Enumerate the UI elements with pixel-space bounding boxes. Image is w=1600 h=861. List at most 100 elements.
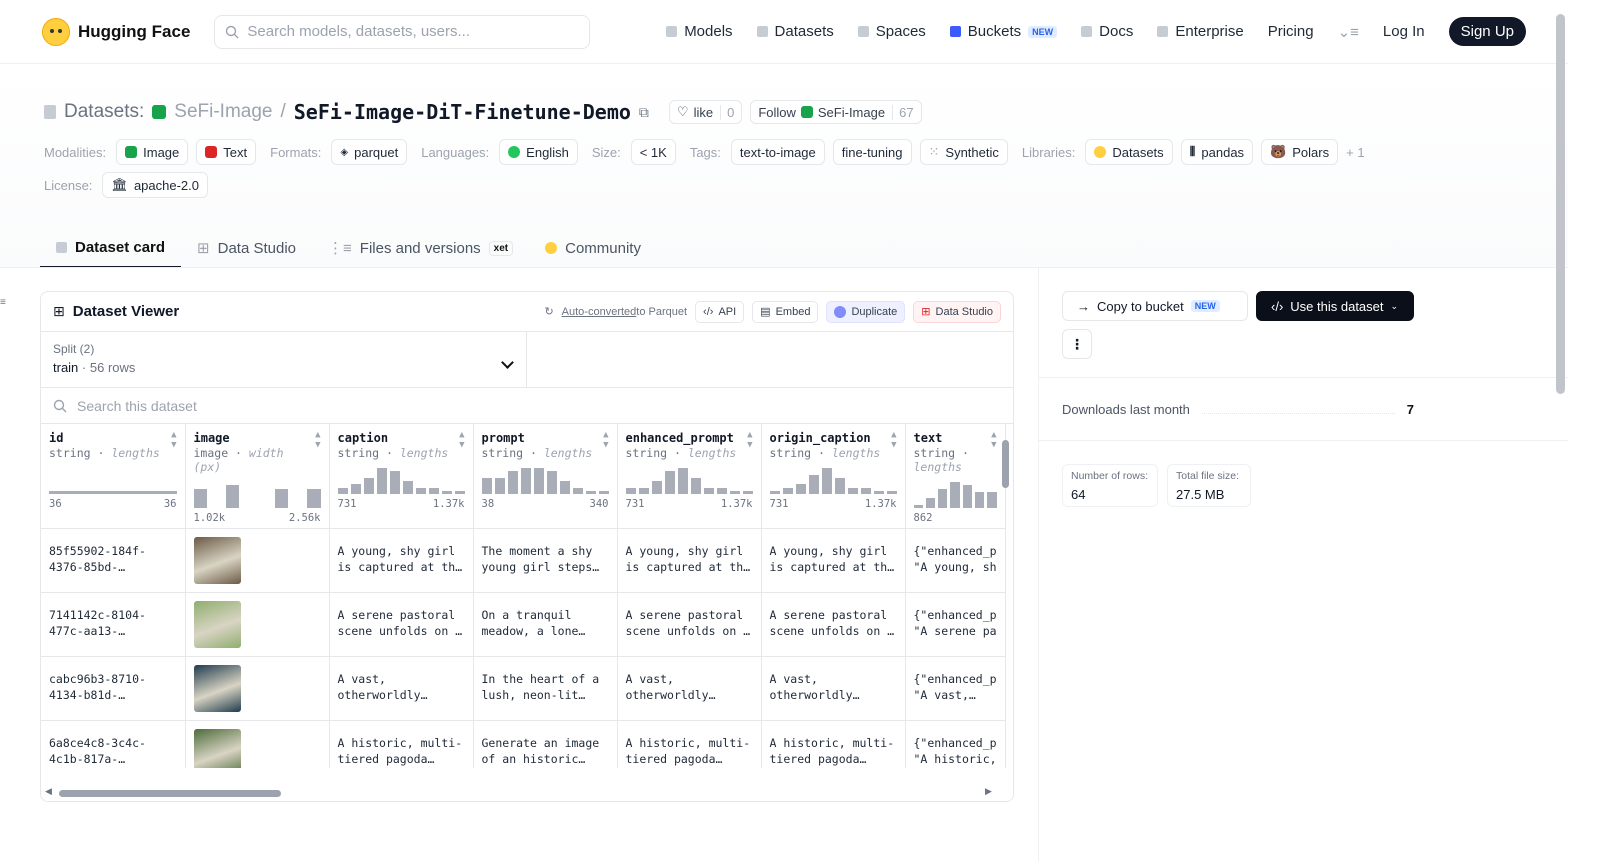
- column-header-id[interactable]: ▲ ▼ id string · lengths 36 36: [41, 424, 186, 529]
- cell-enhanced-prompt[interactable]: A serene pastoral scene unfolds on …: [617, 592, 762, 657]
- page-scrollbar[interactable]: [1556, 14, 1565, 394]
- cell-origin-caption[interactable]: A serene pastoral scene unfolds on …: [761, 592, 906, 657]
- cell-caption[interactable]: A historic, multi-tiered pagoda…: [329, 720, 474, 768]
- cell-enhanced-prompt[interactable]: A vast, otherworldly…: [617, 656, 762, 721]
- nav-pricing[interactable]: Pricing: [1268, 23, 1314, 40]
- image-thumbnail[interactable]: [193, 729, 241, 768]
- column-header-text[interactable]: ▲ ▼ text string · lengths 862: [905, 424, 1006, 529]
- auto-converted-link[interactable]: Auto-converted: [562, 306, 637, 318]
- cell-caption[interactable]: A young, shy girl is captured at th…: [329, 528, 474, 593]
- login-link[interactable]: Log In: [1383, 23, 1425, 40]
- tag-english[interactable]: English: [499, 139, 578, 165]
- column-header-image[interactable]: ▲ ▼ image image · width (px) 1.02k 2.56k: [185, 424, 330, 529]
- sort-icon[interactable]: ▲ ▼: [171, 430, 176, 450]
- cell-prompt[interactable]: In the heart of a lush, neon-lit…: [473, 656, 618, 721]
- tab-files-and-versions[interactable]: ⋮≡ Files and versions xet: [312, 228, 529, 268]
- api-button[interactable]: ‹/› API: [695, 300, 745, 323]
- column-header-enhanced-prompt[interactable]: ▲ ▼ enhanced_prompt string · lengths 731 1.37…: [617, 424, 762, 529]
- image-thumbnail[interactable]: [193, 665, 241, 712]
- nav-models[interactable]: Models: [666, 23, 733, 40]
- table-row[interactable]: cabc96b3-8710-4134-b81d-… A vast, otherwo…: [41, 656, 1006, 721]
- tag-text[interactable]: Text: [196, 139, 257, 165]
- like-button[interactable]: ♡ like 0: [668, 100, 743, 124]
- table-row[interactable]: 6a8ce4c8-3c4c-4c1b-817a-… A historic, mul…: [41, 720, 1006, 768]
- copy-icon[interactable]: ⧉: [639, 104, 649, 121]
- repo-org[interactable]: SeFi-Image: [174, 101, 272, 123]
- cell-caption[interactable]: A serene pastoral scene unfolds on …: [329, 592, 474, 657]
- cell-enhanced-prompt[interactable]: A young, shy girl is captured at th…: [617, 528, 762, 593]
- repo-type-label[interactable]: Datasets:: [64, 101, 144, 123]
- column-header-prompt[interactable]: ▲ ▼ prompt string · lengths 38 340: [473, 424, 618, 529]
- cell-id[interactable]: 85f55902-184f-4376-85bd-…: [41, 528, 186, 593]
- column-histogram[interactable]: [193, 482, 321, 508]
- scroll-right-icon[interactable]: ▶: [985, 786, 992, 797]
- image-thumbnail[interactable]: [193, 601, 241, 648]
- column-histogram[interactable]: [913, 482, 997, 508]
- embed-button[interactable]: ▤ Embed: [752, 300, 819, 323]
- nav-more-menu[interactable]: ⌄≡: [1338, 23, 1359, 41]
- cell-text[interactable]: {"enhanced_p "A young, sh: [905, 528, 1006, 593]
- cell-prompt[interactable]: On a tranquil meadow, a lone…: [473, 592, 618, 657]
- sort-icon[interactable]: ▲ ▼: [315, 430, 320, 450]
- sort-icon[interactable]: ▲ ▼: [891, 430, 896, 450]
- duplicate-button[interactable]: Duplicate: [826, 300, 906, 323]
- tab-dataset-card[interactable]: Dataset card: [40, 228, 182, 268]
- table-row[interactable]: 85f55902-184f-4376-85bd-… A young, shy gi…: [41, 528, 1006, 593]
- tag-license[interactable]: 🏛 apache-2.0: [102, 172, 208, 198]
- tag-size[interactable]: < 1K: [630, 139, 676, 165]
- nav-datasets[interactable]: Datasets: [756, 23, 834, 40]
- nav-spaces[interactable]: Spaces: [857, 23, 926, 40]
- cell-prompt[interactable]: The moment a shy young girl steps…: [473, 528, 618, 593]
- sort-icon[interactable]: ▲ ▼: [603, 430, 608, 450]
- signup-button[interactable]: Sign Up: [1448, 17, 1526, 46]
- cell-origin-caption[interactable]: A vast, otherworldly…: [761, 656, 906, 721]
- column-histogram[interactable]: [337, 468, 465, 494]
- toc-toggle-icon[interactable]: ≡: [0, 297, 8, 308]
- cell-id[interactable]: 7141142c-8104-477c-aa13-…: [41, 592, 186, 657]
- cell-origin-caption[interactable]: A young, shy girl is captured at th…: [761, 528, 906, 593]
- global-search[interactable]: Search models, datasets, users...: [214, 14, 591, 49]
- image-thumbnail[interactable]: [193, 537, 241, 584]
- cell-image[interactable]: [185, 720, 330, 768]
- dataset-search-input[interactable]: Search this dataset: [41, 388, 1013, 424]
- sort-icon[interactable]: ▲ ▼: [747, 430, 752, 450]
- cell-id[interactable]: 6a8ce4c8-3c4c-4c1b-817a-…: [41, 720, 186, 768]
- use-this-dataset-button[interactable]: ‹/› Use this dataset ⌄: [1256, 291, 1414, 321]
- sort-icon[interactable]: ▲ ▼: [459, 430, 464, 450]
- column-histogram[interactable]: [481, 468, 609, 494]
- column-histogram[interactable]: [625, 468, 753, 494]
- split-selector[interactable]: Split (2) train · 56 rows: [41, 332, 527, 387]
- cell-enhanced-prompt[interactable]: A historic, multi-tiered pagoda…: [617, 720, 762, 768]
- tag-fine-tuning[interactable]: fine-tuning: [832, 139, 912, 165]
- table-row[interactable]: 7141142c-8104-477c-aa13-… A serene pastor…: [41, 592, 1006, 657]
- cell-text[interactable]: {"enhanced_p "A vast,…: [905, 656, 1006, 721]
- scroll-left-icon[interactable]: ◀: [45, 786, 52, 797]
- more-options-button[interactable]: ⋮: [1062, 329, 1092, 359]
- column-histogram[interactable]: [49, 468, 177, 494]
- column-header-origin-caption[interactable]: ▲ ▼ origin_caption string · lengths 731 1.37k: [761, 424, 906, 529]
- vertical-scrollbar[interactable]: [1002, 428, 1009, 768]
- cell-caption[interactable]: A vast, otherworldly…: [329, 656, 474, 721]
- cell-image[interactable]: [185, 656, 330, 721]
- follow-button[interactable]: Follow SeFi-Image 67: [750, 100, 922, 124]
- column-header-caption[interactable]: ▲ ▼ caption string · lengths 731 1.37k: [329, 424, 474, 529]
- cell-id[interactable]: cabc96b3-8710-4134-b81d-…: [41, 656, 186, 721]
- tag-polars[interactable]: 🐻 Polars: [1261, 139, 1339, 165]
- nav-docs[interactable]: Docs: [1081, 23, 1133, 40]
- repo-name[interactable]: SeFi-Image-DiT-Finetune-Demo: [294, 100, 631, 124]
- tag-pandas[interactable]: ⦀ pandas: [1180, 139, 1254, 165]
- tag-datasets-lib[interactable]: Datasets: [1085, 139, 1173, 165]
- cell-origin-caption[interactable]: A historic, multi-tiered pagoda…: [761, 720, 906, 768]
- copy-to-bucket-button[interactable]: → Copy to bucket NEW: [1062, 291, 1248, 321]
- tag-image[interactable]: Image: [116, 139, 189, 165]
- cell-text[interactable]: {"enhanced_p "A serene pa: [905, 592, 1006, 657]
- data-studio-button[interactable]: ⊞ Data Studio: [913, 300, 1001, 323]
- column-histogram[interactable]: [769, 468, 897, 494]
- tag-parquet[interactable]: ◈ parquet: [331, 139, 408, 165]
- tab-data-studio[interactable]: ⊞ Data Studio: [181, 228, 312, 268]
- cell-text[interactable]: {"enhanced_p "A historic,: [905, 720, 1006, 768]
- sort-icon[interactable]: ▲ ▼: [991, 430, 996, 450]
- tab-community[interactable]: Community: [529, 228, 657, 268]
- tag-synthetic[interactable]: ⁙ Synthetic: [919, 139, 1008, 165]
- nav-buckets[interactable]: Buckets NEW: [949, 23, 1058, 40]
